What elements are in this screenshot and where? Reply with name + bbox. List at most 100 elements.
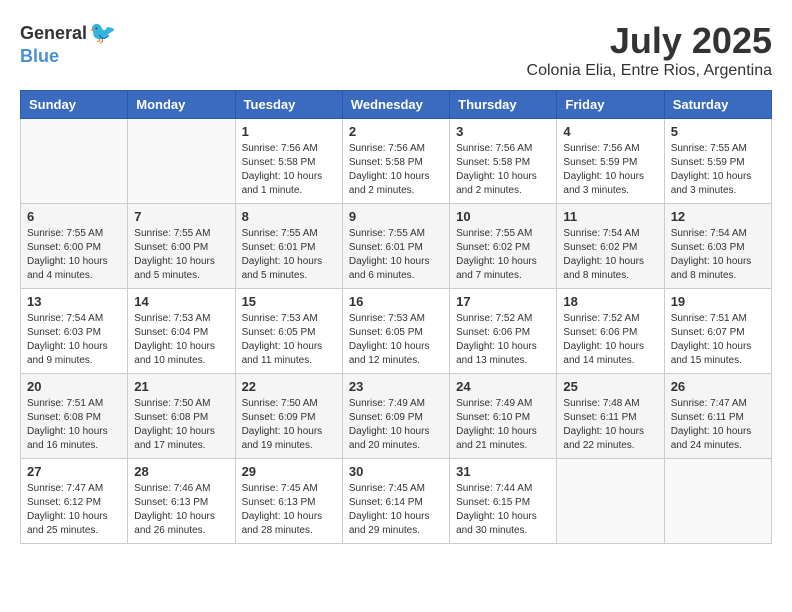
calendar-day-cell: 8 Sunrise: 7:55 AMSunset: 6:01 PMDaylight… bbox=[235, 204, 342, 289]
day-number: 17 bbox=[456, 294, 550, 309]
calendar-day-cell: 11Sunrise: 7:54 AMSunset: 6:02 PMDayligh… bbox=[557, 204, 664, 289]
calendar-day-cell: 23Sunrise: 7:49 AMSunset: 6:09 PMDayligh… bbox=[342, 374, 449, 459]
day-info: Sunrise: 7:49 AMSunset: 6:10 PMDaylight:… bbox=[456, 397, 550, 453]
calendar-week-row: 1 Sunrise: 7:56 AMSunset: 5:58 PMDaylight… bbox=[21, 119, 772, 204]
day-number: 5 bbox=[671, 124, 765, 139]
day-number: 15 bbox=[242, 294, 336, 309]
page-header: General 🐦 Blue July 2025 Colonia Elia, E… bbox=[20, 20, 772, 80]
calendar-header-row: SundayMondayTuesdayWednesdayThursdayFrid… bbox=[21, 91, 772, 119]
day-info: Sunrise: 7:55 AMSunset: 5:59 PMDaylight:… bbox=[671, 142, 765, 198]
day-number: 11 bbox=[563, 209, 657, 224]
calendar-day-cell: 26 Sunrise: 7:47 AMSunset: 6:11 PMDayligh… bbox=[664, 374, 771, 459]
day-number: 18 bbox=[563, 294, 657, 309]
day-number: 14 bbox=[134, 294, 228, 309]
day-number: 30 bbox=[349, 464, 443, 479]
day-number: 26 bbox=[671, 379, 765, 394]
title-area: July 2025 Colonia Elia, Entre Rios, Arge… bbox=[527, 20, 772, 80]
calendar-week-row: 27Sunrise: 7:47 AMSunset: 6:12 PMDayligh… bbox=[21, 459, 772, 544]
day-info: Sunrise: 7:51 AMSunset: 6:07 PMDaylight:… bbox=[671, 312, 765, 368]
day-info: Sunrise: 7:46 AMSunset: 6:13 PMDaylight:… bbox=[134, 482, 228, 538]
day-number: 29 bbox=[242, 464, 336, 479]
calendar-day-cell: 10 Sunrise: 7:55 AMSunset: 6:02 PMDayligh… bbox=[450, 204, 557, 289]
calendar-day-cell: 24 Sunrise: 7:49 AMSunset: 6:10 PMDayligh… bbox=[450, 374, 557, 459]
calendar-day-cell: 21Sunrise: 7:50 AMSunset: 6:08 PMDayligh… bbox=[128, 374, 235, 459]
day-info: Sunrise: 7:55 AMSunset: 6:02 PMDaylight:… bbox=[456, 227, 550, 283]
day-number: 6 bbox=[27, 209, 121, 224]
calendar-day-cell: 30 Sunrise: 7:45 AMSunset: 6:14 PMDayligh… bbox=[342, 459, 449, 544]
weekday-header-tuesday: Tuesday bbox=[235, 91, 342, 119]
day-info: Sunrise: 7:56 AMSunset: 5:58 PMDaylight:… bbox=[349, 142, 443, 198]
calendar-table: SundayMondayTuesdayWednesdayThursdayFrid… bbox=[20, 90, 772, 544]
logo: General 🐦 Blue bbox=[20, 20, 116, 67]
calendar-day-cell: 22 Sunrise: 7:50 AMSunset: 6:09 PMDayligh… bbox=[235, 374, 342, 459]
day-number: 24 bbox=[456, 379, 550, 394]
calendar-day-cell: 28 Sunrise: 7:46 AMSunset: 6:13 PMDayligh… bbox=[128, 459, 235, 544]
day-info: Sunrise: 7:48 AMSunset: 6:11 PMDaylight:… bbox=[563, 397, 657, 453]
weekday-header-monday: Monday bbox=[128, 91, 235, 119]
calendar-day-cell: 6Sunrise: 7:55 AMSunset: 6:00 PMDaylight… bbox=[21, 204, 128, 289]
calendar-day-cell: 31 Sunrise: 7:44 AMSunset: 6:15 PMDayligh… bbox=[450, 459, 557, 544]
day-info: Sunrise: 7:53 AMSunset: 6:05 PMDaylight:… bbox=[349, 312, 443, 368]
weekday-header-thursday: Thursday bbox=[450, 91, 557, 119]
calendar-day-cell: 19 Sunrise: 7:51 AMSunset: 6:07 PMDayligh… bbox=[664, 289, 771, 374]
day-number: 22 bbox=[242, 379, 336, 394]
calendar-day-cell: 29 Sunrise: 7:45 AMSunset: 6:13 PMDayligh… bbox=[235, 459, 342, 544]
day-number: 16 bbox=[349, 294, 443, 309]
calendar-day-cell: 3Sunrise: 7:56 AMSunset: 5:58 PMDaylight… bbox=[450, 119, 557, 204]
day-number: 27 bbox=[27, 464, 121, 479]
day-number: 4 bbox=[563, 124, 657, 139]
day-info: Sunrise: 7:56 AMSunset: 5:58 PMDaylight:… bbox=[242, 142, 336, 198]
day-number: 10 bbox=[456, 209, 550, 224]
weekday-header-saturday: Saturday bbox=[664, 91, 771, 119]
day-info: Sunrise: 7:50 AMSunset: 6:09 PMDaylight:… bbox=[242, 397, 336, 453]
day-number: 31 bbox=[456, 464, 550, 479]
calendar-day-cell: 14 Sunrise: 7:53 AMSunset: 6:04 PMDayligh… bbox=[128, 289, 235, 374]
day-number: 9 bbox=[349, 209, 443, 224]
calendar-day-cell: 7Sunrise: 7:55 AMSunset: 6:00 PMDaylight… bbox=[128, 204, 235, 289]
calendar-day-cell bbox=[664, 459, 771, 544]
calendar-week-row: 20 Sunrise: 7:51 AMSunset: 6:08 PMDayligh… bbox=[21, 374, 772, 459]
day-info: Sunrise: 7:53 AMSunset: 6:04 PMDaylight:… bbox=[134, 312, 228, 368]
logo-general: General bbox=[20, 23, 87, 44]
day-info: Sunrise: 7:44 AMSunset: 6:15 PMDaylight:… bbox=[456, 482, 550, 538]
calendar-day-cell bbox=[128, 119, 235, 204]
calendar-day-cell: 5 Sunrise: 7:55 AMSunset: 5:59 PMDaylight… bbox=[664, 119, 771, 204]
day-info: Sunrise: 7:51 AMSunset: 6:08 PMDaylight:… bbox=[27, 397, 121, 453]
day-info: Sunrise: 7:55 AMSunset: 6:01 PMDaylight:… bbox=[349, 227, 443, 283]
day-number: 1 bbox=[242, 124, 336, 139]
calendar-day-cell: 9 Sunrise: 7:55 AMSunset: 6:01 PMDaylight… bbox=[342, 204, 449, 289]
day-info: Sunrise: 7:54 AMSunset: 6:03 PMDaylight:… bbox=[27, 312, 121, 368]
day-number: 12 bbox=[671, 209, 765, 224]
calendar-day-cell: 15Sunrise: 7:53 AMSunset: 6:05 PMDayligh… bbox=[235, 289, 342, 374]
day-info: Sunrise: 7:55 AMSunset: 6:00 PMDaylight:… bbox=[134, 227, 228, 283]
calendar-day-cell: 1 Sunrise: 7:56 AMSunset: 5:58 PMDaylight… bbox=[235, 119, 342, 204]
day-info: Sunrise: 7:54 AMSunset: 6:03 PMDaylight:… bbox=[671, 227, 765, 283]
day-number: 20 bbox=[27, 379, 121, 394]
logo-blue: Blue bbox=[20, 46, 59, 66]
day-number: 19 bbox=[671, 294, 765, 309]
logo-bird-icon: 🐦 bbox=[89, 20, 116, 46]
day-info: Sunrise: 7:45 AMSunset: 6:13 PMDaylight:… bbox=[242, 482, 336, 538]
calendar-day-cell: 16 Sunrise: 7:53 AMSunset: 6:05 PMDayligh… bbox=[342, 289, 449, 374]
calendar-day-cell: 4 Sunrise: 7:56 AMSunset: 5:59 PMDaylight… bbox=[557, 119, 664, 204]
day-info: Sunrise: 7:45 AMSunset: 6:14 PMDaylight:… bbox=[349, 482, 443, 538]
calendar-day-cell: 12 Sunrise: 7:54 AMSunset: 6:03 PMDayligh… bbox=[664, 204, 771, 289]
day-number: 13 bbox=[27, 294, 121, 309]
day-number: 8 bbox=[242, 209, 336, 224]
weekday-header-sunday: Sunday bbox=[21, 91, 128, 119]
day-number: 28 bbox=[134, 464, 228, 479]
day-info: Sunrise: 7:52 AMSunset: 6:06 PMDaylight:… bbox=[456, 312, 550, 368]
day-number: 25 bbox=[563, 379, 657, 394]
calendar-day-cell bbox=[557, 459, 664, 544]
day-info: Sunrise: 7:47 AMSunset: 6:11 PMDaylight:… bbox=[671, 397, 765, 453]
day-info: Sunrise: 7:56 AMSunset: 5:59 PMDaylight:… bbox=[563, 142, 657, 198]
calendar-day-cell bbox=[21, 119, 128, 204]
calendar-day-cell: 17 Sunrise: 7:52 AMSunset: 6:06 PMDayligh… bbox=[450, 289, 557, 374]
calendar-day-cell: 20 Sunrise: 7:51 AMSunset: 6:08 PMDayligh… bbox=[21, 374, 128, 459]
calendar-day-cell: 18Sunrise: 7:52 AMSunset: 6:06 PMDayligh… bbox=[557, 289, 664, 374]
day-info: Sunrise: 7:49 AMSunset: 6:09 PMDaylight:… bbox=[349, 397, 443, 453]
day-number: 2 bbox=[349, 124, 443, 139]
day-info: Sunrise: 7:55 AMSunset: 6:01 PMDaylight:… bbox=[242, 227, 336, 283]
day-info: Sunrise: 7:50 AMSunset: 6:08 PMDaylight:… bbox=[134, 397, 228, 453]
calendar-day-cell: 25 Sunrise: 7:48 AMSunset: 6:11 PMDayligh… bbox=[557, 374, 664, 459]
